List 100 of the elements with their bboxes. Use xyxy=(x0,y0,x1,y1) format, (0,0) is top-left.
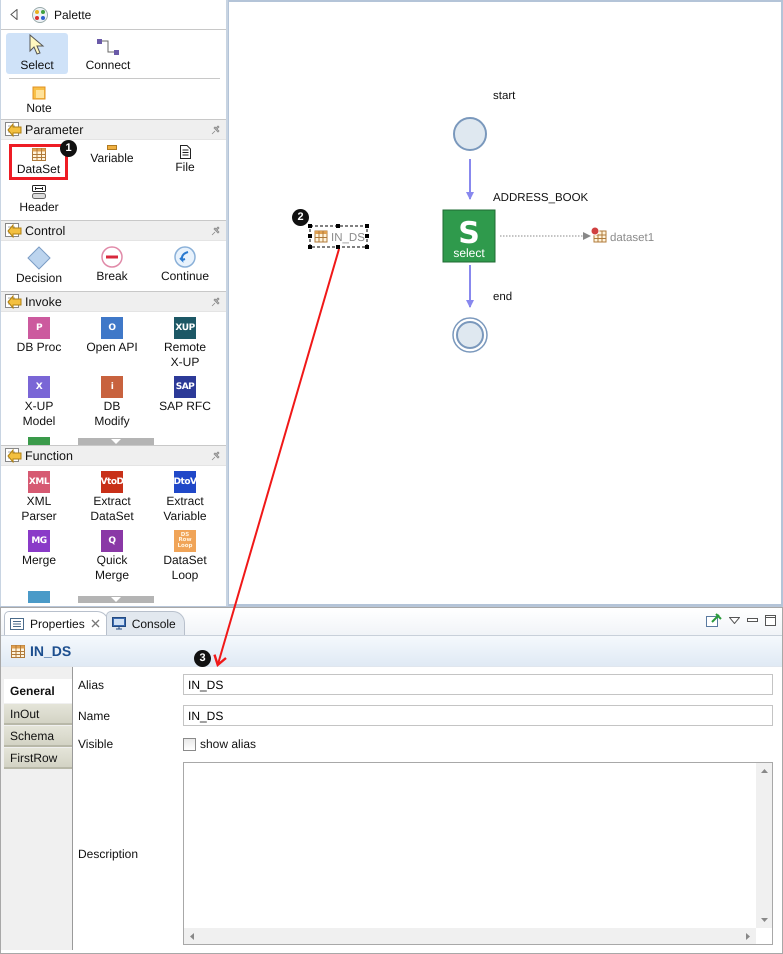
section-title: Invoke xyxy=(25,294,63,308)
checkbox[interactable] xyxy=(183,738,196,750)
node-label: end xyxy=(493,291,512,303)
palette-item[interactable]: O Open API xyxy=(76,316,148,356)
bar-icon xyxy=(107,145,117,150)
monitor-icon xyxy=(112,617,126,630)
view-tab[interactable]: Console xyxy=(106,611,185,635)
palette-item[interactable]: X X-UP Model xyxy=(3,375,75,430)
collapse-icon[interactable] xyxy=(10,9,18,20)
view-menu-icon[interactable] xyxy=(729,616,740,624)
badge-icon: O xyxy=(101,317,123,339)
section-header[interactable]: Invoke xyxy=(1,291,226,312)
list-icon xyxy=(10,618,24,630)
scroll-left-icon[interactable] xyxy=(190,932,194,940)
section-title: Control xyxy=(25,224,66,238)
scroll-right-icon[interactable] xyxy=(746,932,750,940)
palette-item[interactable]: File xyxy=(149,144,221,176)
palette-item[interactable]: XML XML Parser xyxy=(3,470,75,525)
palette-item[interactable]: DtoV Extract Variable xyxy=(149,470,221,525)
field-label: Name xyxy=(78,708,112,722)
field-label: Alias xyxy=(78,678,106,692)
section-tab[interactable]: General xyxy=(4,679,72,703)
diamond-icon xyxy=(27,246,51,270)
badge-icon: X xyxy=(28,376,50,398)
flow-arrow xyxy=(466,265,474,308)
badge-icon: Q xyxy=(101,530,123,552)
palette-item[interactable]: Note xyxy=(3,85,75,116)
properties-title: IN_DS xyxy=(30,643,72,659)
palette-item[interactable]: P DB Proc xyxy=(3,316,75,356)
field-label: Visible xyxy=(78,737,114,751)
section-tab[interactable]: InOut xyxy=(4,704,72,725)
palette-item[interactable]: Decision xyxy=(3,245,75,287)
badge-icon: SAP xyxy=(174,376,196,398)
section-title: Parameter xyxy=(25,122,84,136)
badge-icon: MG xyxy=(28,530,50,552)
palette-item[interactable]: Break xyxy=(76,245,148,285)
text-field[interactable]: IN_DS xyxy=(183,705,773,726)
palette-item[interactable]: MG Merge xyxy=(3,529,75,569)
horizontal-scrollbar[interactable] xyxy=(184,928,756,944)
node-label: dataset1 xyxy=(610,232,654,244)
close-icon[interactable] xyxy=(90,619,100,628)
pin-icon[interactable] xyxy=(211,450,221,460)
pin-icon[interactable] xyxy=(211,296,221,306)
scroll-down-icon[interactable] xyxy=(760,918,768,922)
palette-item[interactable]: i DB Modify xyxy=(76,375,148,430)
minus-circle-icon xyxy=(101,246,123,268)
palette-title: Palette xyxy=(54,8,92,22)
palette-item[interactable]: Variable xyxy=(76,144,148,167)
note-icon xyxy=(32,86,46,100)
table-icon xyxy=(32,148,46,161)
vertical-scrollbar[interactable] xyxy=(756,763,772,928)
palette-tool[interactable]: Connect xyxy=(74,33,142,74)
badge-icon: i xyxy=(101,376,123,398)
section-header[interactable]: Function xyxy=(1,445,226,466)
start-node xyxy=(453,117,487,151)
callout-badge: 2 xyxy=(292,209,309,226)
palette-item[interactable]: Continue xyxy=(149,245,221,285)
pointer-icon xyxy=(29,34,45,56)
scroll-up-icon[interactable] xyxy=(760,769,768,773)
section-header[interactable]: Parameter xyxy=(1,119,226,140)
view-tab[interactable]: Properties xyxy=(4,611,109,635)
badge-icon: XML xyxy=(28,471,50,493)
maximize-icon[interactable] xyxy=(765,614,776,626)
palette-item[interactable]: Header xyxy=(3,184,75,216)
palette-item[interactable]: SAP SAP RFC xyxy=(149,375,221,415)
checkbox-label: show alias xyxy=(200,737,256,751)
minimize-icon[interactable] xyxy=(747,618,758,622)
section-tab[interactable]: FirstRow xyxy=(4,748,72,769)
section-header[interactable]: Control xyxy=(1,220,226,241)
badge-icon: DtoV xyxy=(174,471,196,493)
scroll-down-button[interactable] xyxy=(78,596,154,603)
drawer-icon xyxy=(5,294,22,309)
end-node xyxy=(452,317,488,353)
field-label: Description xyxy=(78,846,140,860)
caret-down-icon xyxy=(111,597,121,602)
palette-tool[interactable]: Select xyxy=(6,33,68,74)
badge-icon: VtoD xyxy=(101,471,123,493)
callout-badge: 1 xyxy=(60,140,77,157)
drawer-icon xyxy=(5,223,22,238)
badge-icon: P xyxy=(28,317,50,339)
palette-item[interactable]: XUP Remote X-UP xyxy=(149,316,221,371)
pin-icon[interactable] xyxy=(706,613,722,627)
section-tab[interactable]: Schema xyxy=(4,726,72,747)
palette-icon xyxy=(32,6,48,22)
dataset-icon xyxy=(590,226,606,242)
selection-frame[interactable] xyxy=(308,224,369,249)
drawer-icon xyxy=(5,448,22,463)
palette-item[interactable]: VtoD Extract DataSet xyxy=(76,470,148,525)
task-node: S select xyxy=(442,210,496,262)
document-icon xyxy=(180,145,190,159)
pin-icon[interactable] xyxy=(211,124,221,134)
node-label: IN_DS xyxy=(331,232,365,244)
table-icon xyxy=(11,644,25,658)
palette-item[interactable]: Q Quick Merge xyxy=(76,529,148,584)
text-field[interactable]: IN_DS xyxy=(183,674,773,695)
drawer-icon xyxy=(5,122,22,137)
table-icon xyxy=(314,230,328,242)
pin-icon[interactable] xyxy=(211,226,221,236)
flow-arrow xyxy=(466,159,474,200)
scroll-down-button[interactable] xyxy=(78,438,154,445)
